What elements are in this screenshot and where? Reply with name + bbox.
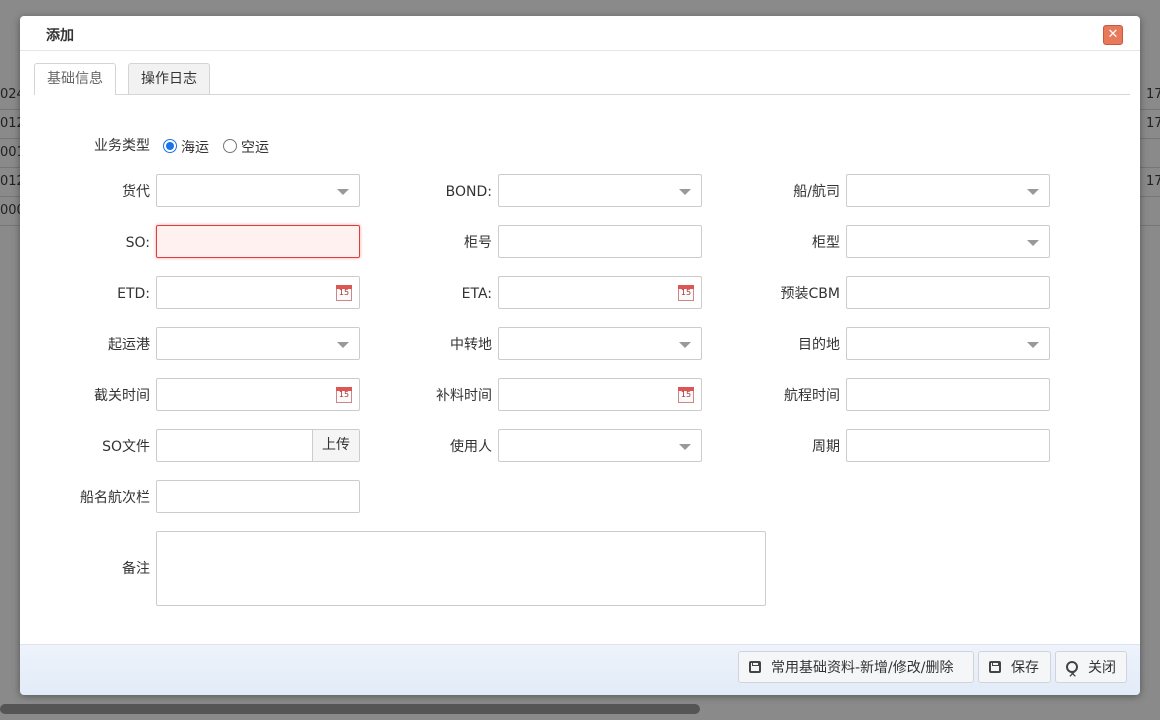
chevron-down-icon (1027, 240, 1039, 246)
add-dialog: 添加 ✕ 基础信息 操作日志 业务类型 海运 空运 货代 BOND: 船/航司 … (20, 16, 1140, 695)
supplement-date-input[interactable]: 15 (498, 378, 702, 411)
tab-operation-log[interactable]: 操作日志 (128, 63, 210, 94)
save-button-label: 保存 (1011, 660, 1039, 676)
carrier-select[interactable] (846, 174, 1050, 207)
save-icon (749, 661, 761, 673)
save-button[interactable]: 保存 (978, 651, 1051, 683)
eta-label: ETA: (461, 286, 492, 302)
dialog-header: 添加 ✕ (20, 16, 1140, 51)
user-select[interactable] (498, 429, 702, 462)
remark-label: 备注 (122, 561, 150, 577)
bond-label: BOND: (445, 184, 492, 200)
chevron-down-icon (337, 342, 349, 348)
destination-label: 目的地 (798, 337, 840, 353)
close-icon[interactable]: ✕ (1103, 25, 1123, 45)
upload-button[interactable]: 上传 (312, 430, 359, 461)
container-no-label: 柜号 (464, 235, 492, 251)
vessel-label: 船名航次栏 (80, 490, 150, 506)
transit-label: 中转地 (450, 337, 492, 353)
business-type-label: 业务类型 (94, 138, 150, 154)
background-cell: 012 (0, 116, 20, 131)
calendar-icon[interactable]: 15 (336, 285, 352, 301)
background-cell: 000 (0, 203, 20, 218)
close-button[interactable]: 关闭 (1055, 651, 1127, 690)
transit-select[interactable] (498, 327, 702, 360)
basic-data-button-label: 常用基础资料-新增/修改/删除 (771, 660, 954, 676)
sea-freight-radio[interactable] (163, 139, 177, 153)
bond-select[interactable] (498, 174, 702, 207)
supplement-label: 补料时间 (436, 388, 492, 404)
basic-data-button[interactable]: 常用基础资料-新增/修改/删除 (738, 651, 974, 683)
voyage-time-input[interactable] (846, 378, 1050, 411)
carrier-label: 船/航司 (793, 184, 840, 200)
cbm-input[interactable] (846, 276, 1050, 309)
vessel-input[interactable] (156, 480, 360, 513)
save-icon (989, 661, 1001, 673)
chevron-down-icon (337, 189, 349, 195)
tab-bar: 基础信息 操作日志 (34, 63, 1130, 95)
so-file-label: SO文件 (102, 439, 150, 455)
sea-freight-label: 海运 (181, 140, 209, 156)
horizontal-scrollbar[interactable] (0, 704, 700, 714)
etd-label: ETD: (117, 286, 150, 302)
container-no-input[interactable] (498, 225, 702, 258)
forwarder-select[interactable] (156, 174, 360, 207)
so-label: SO: (125, 235, 150, 251)
close-circle-icon (1066, 658, 1078, 690)
chevron-down-icon (679, 444, 691, 450)
container-type-label: 柜型 (812, 235, 840, 251)
pol-select[interactable] (156, 327, 360, 360)
calendar-icon[interactable]: 15 (678, 285, 694, 301)
tab-basic-info[interactable]: 基础信息 (34, 63, 116, 95)
container-type-select[interactable] (846, 225, 1050, 258)
background-cell: 012 (0, 174, 20, 189)
chevron-down-icon (679, 342, 691, 348)
period-label: 周期 (812, 439, 840, 455)
dialog-title: 添加 (46, 28, 74, 44)
background-cell: 17 (1146, 116, 1160, 131)
calendar-icon[interactable]: 15 (678, 387, 694, 403)
background-cell: 001 (0, 145, 20, 160)
cutoff-label: 截关时间 (94, 388, 150, 404)
forwarder-label: 货代 (122, 184, 150, 200)
chevron-down-icon (1027, 342, 1039, 348)
remark-textarea[interactable] (156, 531, 766, 606)
air-freight-label: 空运 (241, 140, 269, 156)
voyage-time-label: 航程时间 (784, 388, 840, 404)
chevron-down-icon (679, 189, 691, 195)
dialog-footer: 常用基础资料-新增/修改/删除 保存 关闭 (20, 644, 1140, 695)
calendar-icon[interactable]: 15 (336, 387, 352, 403)
chevron-down-icon (1027, 189, 1039, 195)
air-freight-radio[interactable] (223, 139, 237, 153)
pol-label: 起运港 (108, 337, 150, 353)
background-cell: 024 (0, 87, 20, 102)
etd-date-input[interactable]: 15 (156, 276, 360, 309)
cbm-label: 预装CBM (780, 286, 840, 302)
destination-select[interactable] (846, 327, 1050, 360)
close-button-label: 关闭 (1088, 660, 1116, 676)
eta-date-input[interactable]: 15 (498, 276, 702, 309)
so-file-input[interactable]: 上传 (156, 429, 360, 462)
period-input[interactable] (846, 429, 1050, 462)
so-input[interactable] (156, 225, 360, 258)
user-label: 使用人 (450, 439, 492, 455)
background-cell: 17 (1146, 87, 1160, 102)
cutoff-date-input[interactable]: 15 (156, 378, 360, 411)
background-cell: 17 (1146, 174, 1160, 189)
